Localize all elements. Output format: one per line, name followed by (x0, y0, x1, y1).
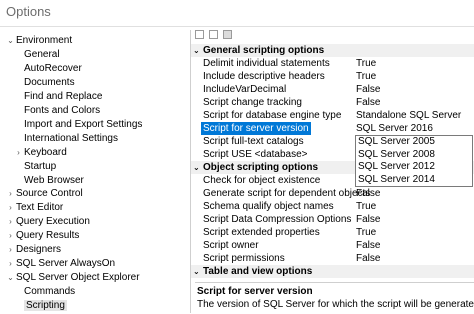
property-row[interactable]: Script owner False (191, 239, 474, 252)
description-panel: Script for server version The version of… (195, 282, 474, 314)
description-title: Script for server version (197, 286, 313, 297)
chevron-right-icon[interactable]: › (6, 187, 15, 200)
dropdown-option[interactable]: SQL Server 2012 (356, 161, 472, 174)
category-general-scripting[interactable]: ⌄ General scripting options (191, 44, 474, 57)
property-row[interactable]: Delimit individual statements True (191, 57, 474, 70)
chevron-down-icon[interactable]: ⌄ (6, 34, 15, 47)
property-pages-icon[interactable] (222, 30, 232, 39)
tree-item-scripting[interactable]: Scripting (24, 299, 67, 312)
tree-item-import-export[interactable]: Import and Export Settings (24, 118, 142, 131)
tree-item-designers[interactable]: › Designers (9, 243, 61, 256)
tree-item-commands[interactable]: Commands (24, 285, 75, 298)
tree-item-autorecover[interactable]: AutoRecover (24, 62, 82, 75)
alphabetical-icon[interactable] (208, 30, 218, 39)
chevron-down-icon[interactable]: ⌄ (6, 271, 15, 284)
window-title: Options (6, 4, 51, 19)
description-text: The version of SQL Server for which the … (197, 299, 474, 310)
grid-toolbar (195, 30, 234, 42)
chevron-right-icon[interactable]: › (6, 243, 15, 256)
category-table-view[interactable]: ⌄ Table and view options (191, 265, 474, 278)
tree-item-sql-server-alwayson[interactable]: › SQL Server AlwaysOn (9, 257, 115, 270)
property-row[interactable]: Script permissions False (191, 252, 474, 265)
chevron-right-icon[interactable]: › (6, 229, 15, 242)
chevron-right-icon[interactable]: › (6, 215, 15, 228)
chevron-right-icon[interactable]: › (14, 146, 23, 159)
tree-item-query-execution[interactable]: › Query Execution (9, 215, 90, 228)
property-row[interactable]: Script Data Compression Options False (191, 213, 474, 226)
tree-item-startup[interactable]: Startup (24, 160, 56, 173)
categorized-icon[interactable] (195, 30, 204, 39)
tree-item-find-replace[interactable]: Find and Replace (24, 90, 102, 103)
collapse-icon[interactable]: ⌄ (193, 44, 200, 57)
dropdown-option[interactable]: SQL Server 2008 (356, 149, 472, 162)
property-row[interactable]: Generate script for dependent objects Fal… (191, 187, 474, 200)
property-row-selected[interactable]: Script for server version SQL Server 2016 (191, 122, 474, 135)
server-version-select[interactable]: SQL Server 2016 (356, 122, 433, 135)
tree-item-text-editor[interactable]: › Text Editor (9, 201, 63, 214)
tree-item-sql-object-explorer[interactable]: ⌄ SQL Server Object Explorer (7, 271, 139, 284)
tree-item-keyboard[interactable]: › Keyboard (17, 146, 67, 159)
tree-item-source-control[interactable]: › Source Control (9, 187, 83, 200)
tree-item-query-results[interactable]: › Query Results (9, 229, 79, 242)
collapse-icon[interactable]: ⌄ (193, 265, 200, 278)
tree-item-web-browser[interactable]: Web Browser (24, 174, 84, 187)
server-version-dropdown[interactable]: SQL Server 2005 SQL Server 2008 SQL Serv… (355, 135, 473, 187)
chevron-right-icon[interactable]: › (6, 201, 15, 214)
tree-item-environment[interactable]: ⌄ Environment (7, 34, 72, 47)
property-row[interactable]: Include descriptive headers True (191, 70, 474, 83)
property-row[interactable]: Script for database engine type Standalon… (191, 109, 474, 122)
title-divider (0, 26, 474, 27)
options-tree[interactable]: ⌄ Environment General AutoRecover Docume… (0, 30, 191, 313)
property-row[interactable]: Script extended properties True (191, 226, 474, 239)
collapse-icon[interactable]: ⌄ (193, 161, 200, 174)
dropdown-option[interactable]: SQL Server 2005 (356, 136, 472, 149)
tree-item-fonts-colors[interactable]: Fonts and Colors (24, 104, 100, 117)
dropdown-option[interactable]: SQL Server 2014 (356, 174, 472, 187)
tree-item-international[interactable]: International Settings (24, 132, 118, 145)
tree-item-documents[interactable]: Documents (24, 76, 75, 89)
tree-item-general[interactable]: General (24, 48, 60, 61)
property-row[interactable]: Script change tracking False (191, 96, 474, 109)
property-row[interactable]: Schema qualify object names True (191, 200, 474, 213)
property-row[interactable]: IncludeVarDecimal False (191, 83, 474, 96)
chevron-right-icon[interactable]: › (6, 257, 15, 270)
